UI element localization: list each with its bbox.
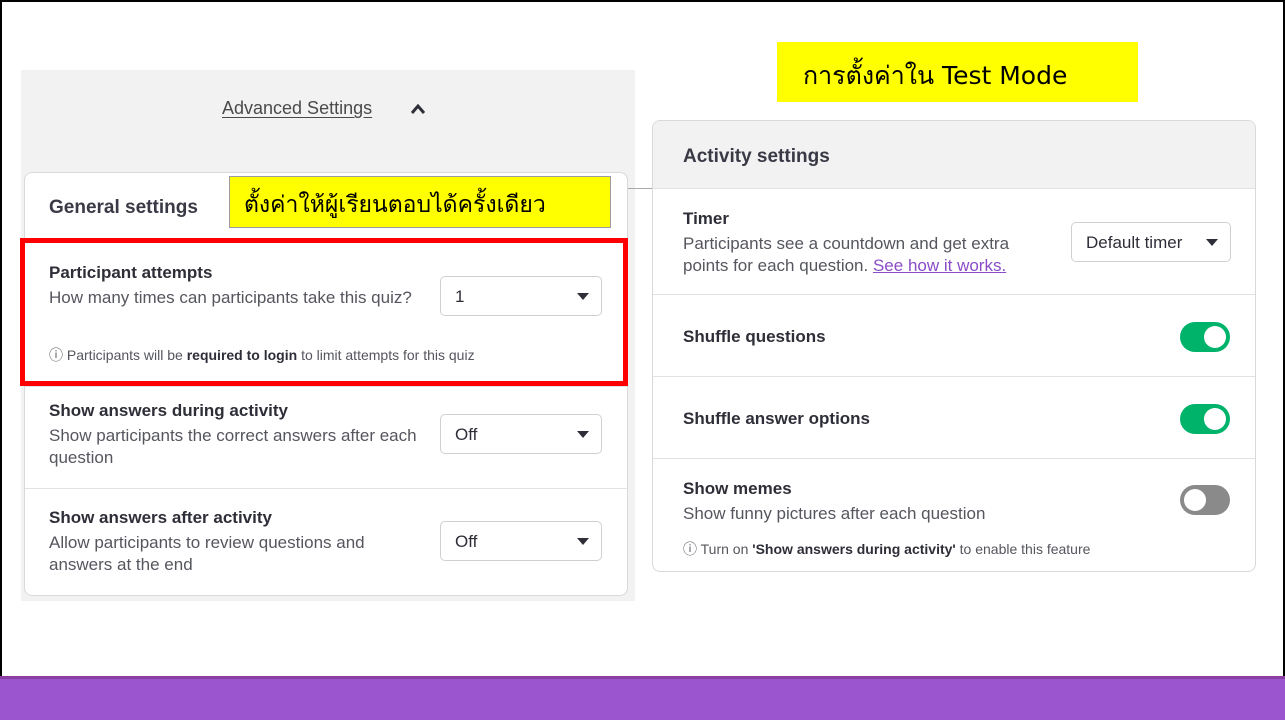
footer-bar — [0, 676, 1285, 720]
timer-select[interactable]: Default timer — [1071, 222, 1231, 262]
show-memes-toggle[interactable] — [1180, 485, 1230, 515]
general-settings-title: General settings — [49, 197, 198, 218]
info-icon: ⓘ — [683, 541, 697, 557]
activity-settings-title: Activity settings — [683, 146, 830, 167]
caret-down-icon — [577, 431, 589, 438]
timer-value: Default timer — [1086, 233, 1183, 252]
chevron-up-icon[interactable] — [410, 102, 426, 116]
shuffle-answers-toggle[interactable] — [1180, 404, 1230, 434]
show-answers-during-value: Off — [455, 425, 478, 444]
activity-settings-header: Activity settings — [653, 121, 1255, 189]
show-answers-after-description: Allow participants to review questions a… — [49, 533, 365, 574]
show-answers-after-value: Off — [455, 532, 478, 551]
shuffle-questions-title: Shuffle questions — [683, 327, 826, 346]
timer-description: Participants see a countdown and get ext… — [683, 234, 1010, 253]
activity-settings-card: Activity settings Timer Participants see… — [652, 120, 1256, 572]
toggle-knob — [1184, 489, 1206, 511]
timer-title: Timer — [683, 209, 729, 228]
shuffle-questions-row: Shuffle questions — [653, 295, 1255, 377]
annotation-callout: ตั้งค่าให้ผู้เรียนตอบได้ครั้งเดียว — [229, 176, 611, 228]
see-how-it-works-link[interactable]: See how it works. — [873, 256, 1006, 275]
show-answers-during-title: Show answers during activity — [49, 401, 289, 420]
show-answers-after-select[interactable]: Off — [440, 521, 602, 561]
highlight-box — [20, 238, 628, 386]
caret-down-icon — [577, 538, 589, 545]
shuffle-answers-row: Shuffle answer options — [653, 377, 1255, 459]
caret-down-icon — [1206, 239, 1218, 246]
advanced-settings-link[interactable]: Advanced Settings — [222, 98, 372, 119]
show-memes-title: Show memes — [683, 479, 792, 498]
show-memes-row: Show memes Show funny pictures after eac… — [653, 459, 1255, 571]
shuffle-questions-toggle[interactable] — [1180, 322, 1230, 352]
show-memes-description: Show funny pictures after each question — [683, 504, 986, 523]
show-answers-during-select[interactable]: Off — [440, 414, 602, 454]
timer-description-line2: points for each question. See how it wor… — [683, 256, 1007, 275]
test-mode-title-callout: การตั้งค่าใน Test Mode — [777, 42, 1138, 102]
toggle-knob — [1204, 326, 1226, 348]
show-answers-during-description: Show participants the correct answers af… — [49, 426, 417, 467]
show-answers-during-row: Show answers during activity Show partic… — [25, 387, 627, 489]
show-answers-after-title: Show answers after activity — [49, 508, 272, 527]
annotation-text: ตั้งค่าให้ผู้เรียนตอบได้ครั้งเดียว — [244, 192, 546, 218]
toggle-knob — [1204, 408, 1226, 430]
show-memes-note: ⓘ Turn on 'Show answers during activity'… — [683, 541, 1091, 557]
shuffle-answers-title: Shuffle answer options — [683, 409, 871, 428]
test-mode-title: การตั้งค่าใน Test Mode — [803, 61, 1068, 90]
show-answers-after-row: Show answers after activity Allow partic… — [25, 489, 627, 595]
divider — [628, 188, 652, 189]
